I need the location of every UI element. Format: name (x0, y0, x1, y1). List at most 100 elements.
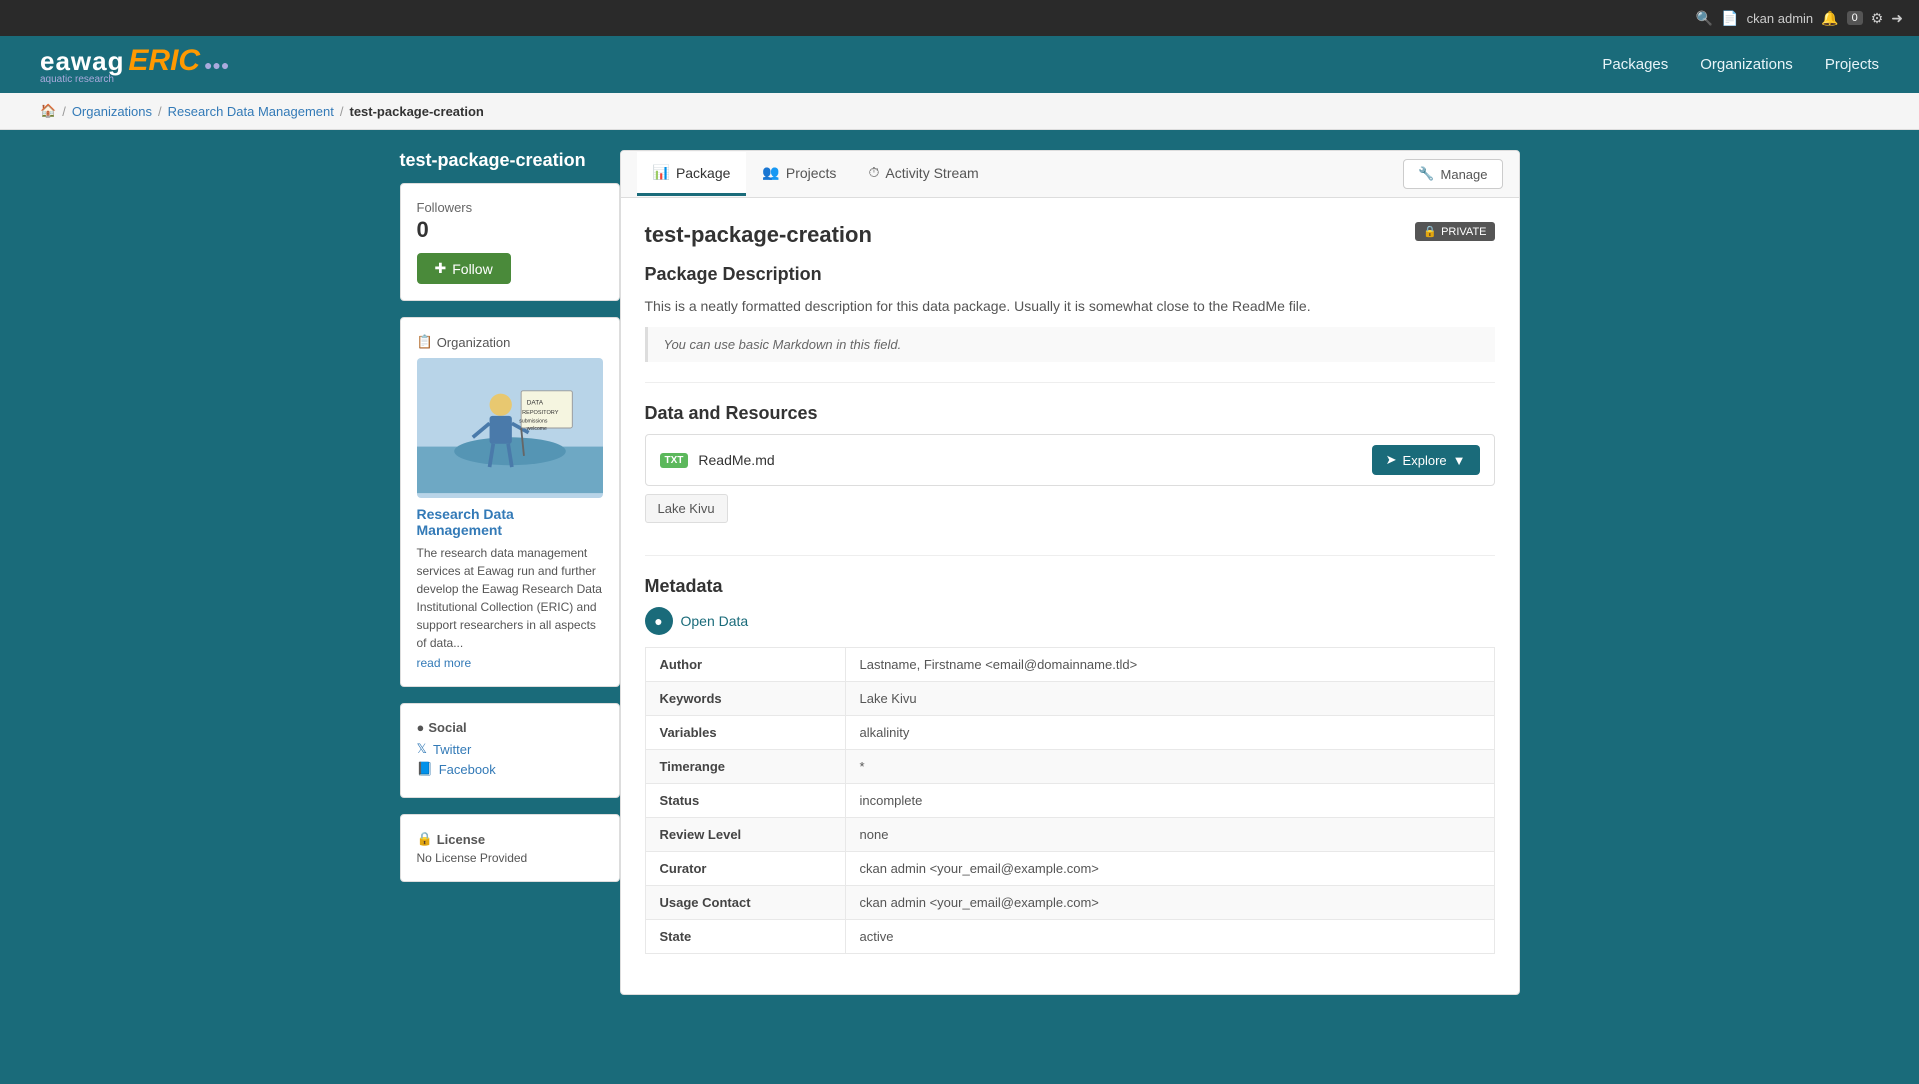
resource-name: ReadMe.md (698, 452, 774, 468)
activity-tab-icon: ⏱ (868, 164, 879, 181)
open-data-badge: ● Open Data (645, 607, 1495, 635)
org-image: DATA REPOSITORY submissions welcome (417, 358, 603, 498)
metadata-key: Variables (645, 716, 845, 750)
private-badge: 🔒 PRIVATE (1415, 222, 1494, 241)
svg-text:REPOSITORY: REPOSITORY (522, 410, 559, 416)
notification-count: 0 (1847, 11, 1863, 25)
table-row: Usage Contactckan admin <your_email@exam… (645, 886, 1494, 920)
breadcrumb-home[interactable]: 🏠 (40, 103, 56, 119)
metadata-value: ckan admin <your_email@example.com> (845, 886, 1494, 920)
table-row: Stateactive (645, 920, 1494, 954)
twitter-icon: 𝕏 (417, 741, 427, 757)
main-nav: Packages Organizations Projects (1602, 56, 1879, 73)
search-icon[interactable]: 🔍 (1696, 10, 1713, 27)
logout-icon[interactable]: ➜ (1891, 10, 1903, 27)
metadata-value: * (845, 750, 1494, 784)
followers-count: 0 (417, 217, 603, 243)
metadata-value: ckan admin <your_email@example.com> (845, 852, 1494, 886)
table-row: AuthorLastname, Firstname <email@domainn… (645, 648, 1494, 682)
metadata-key: Author (645, 648, 845, 682)
breadcrumb-sep-3: / (340, 104, 344, 119)
table-row: Timerange* (645, 750, 1494, 784)
logo-eric-text: ERIC (128, 44, 200, 77)
tab-package[interactable]: 📊 Package (637, 152, 747, 196)
main-container: test-package-creation Followers 0 ✚ Foll… (380, 150, 1540, 995)
logo-eawag-text: eawag (40, 46, 125, 76)
metadata-key: Keywords (645, 682, 845, 716)
user-icon[interactable]: 📄 (1721, 10, 1738, 27)
tab-activity-stream[interactable]: ⏱ Activity Stream (852, 152, 994, 196)
metadata-key: Review Level (645, 818, 845, 852)
content-area: 📊 Package 👥 Projects ⏱ Activity Stream 🔧… (620, 150, 1520, 995)
nav-projects[interactable]: Projects (1825, 56, 1879, 73)
header: eawag ERIC ●●● aquatic research Packages… (0, 36, 1919, 93)
org-icon: 📋 (417, 334, 433, 350)
package-content: test-package-creation 🔒 PRIVATE Package … (621, 198, 1519, 994)
sidebar-org-section: 📋 Organization DATA (400, 317, 620, 687)
resource-left: TXT ReadMe.md (660, 452, 775, 468)
org-name[interactable]: Research Data Management (417, 506, 603, 538)
package-tab-icon: 📊 (653, 164, 670, 181)
social-label-text: Social (428, 720, 466, 735)
table-row: KeywordsLake Kivu (645, 682, 1494, 716)
license-label-text: License (437, 832, 485, 847)
gear-icon[interactable]: ⚙ (1871, 10, 1884, 27)
sidebar-title: test-package-creation (400, 150, 620, 171)
tab-projects[interactable]: 👥 Projects (746, 152, 852, 196)
nav-organizations[interactable]: Organizations (1700, 56, 1793, 73)
resource-badge: TXT (660, 453, 689, 468)
tab-activity-label: Activity Stream (885, 165, 978, 181)
description-title: Package Description (645, 264, 1495, 285)
followers-label: Followers (417, 200, 603, 215)
manage-button[interactable]: 🔧 Manage (1403, 159, 1502, 189)
metadata-key: Status (645, 784, 845, 818)
twitter-label: Twitter (433, 742, 471, 757)
tab-package-label: Package (676, 165, 730, 181)
svg-text:DATA: DATA (526, 400, 543, 407)
resources-title: Data and Resources (645, 403, 1495, 424)
sidebar: test-package-creation Followers 0 ✚ Foll… (400, 150, 620, 995)
top-bar-icons: 🔍 📄 ckan admin 🔔 0 ⚙ ➜ (1696, 10, 1903, 27)
follow-label: Follow (452, 261, 492, 277)
table-row: Variablesalkalinity (645, 716, 1494, 750)
facebook-item[interactable]: 📘 Facebook (417, 761, 603, 777)
arrow-icon: ➤ (1386, 452, 1397, 468)
metadata-value: alkalinity (845, 716, 1494, 750)
divider-2 (645, 555, 1495, 556)
open-data-icon: ● (645, 607, 673, 635)
lock-badge-icon: 🔒 (1423, 225, 1437, 238)
explore-dropdown-icon: ▼ (1453, 453, 1466, 468)
explore-button[interactable]: ➤ Explore ▼ (1372, 445, 1480, 475)
follow-button[interactable]: ✚ Follow (417, 253, 511, 284)
tabs-left: 📊 Package 👥 Projects ⏱ Activity Stream (637, 152, 995, 196)
table-row: Statusincomplete (645, 784, 1494, 818)
resources-section: Data and Resources TXT ReadMe.md ➤ Explo… (645, 403, 1495, 531)
logo[interactable]: eawag ERIC ●●● aquatic research (40, 44, 229, 85)
tag-lake-kivu[interactable]: Lake Kivu (645, 494, 728, 523)
metadata-value: none (845, 818, 1494, 852)
username-label[interactable]: ckan admin (1747, 11, 1813, 26)
bell-icon[interactable]: 🔔 (1821, 10, 1838, 27)
read-more-link[interactable]: read more (417, 656, 603, 670)
twitter-item[interactable]: 𝕏 Twitter (417, 741, 603, 757)
lock-icon: 🔒 (417, 831, 433, 847)
metadata-key: Usage Contact (645, 886, 845, 920)
social-icon: ● (417, 720, 425, 735)
divider-1 (645, 382, 1495, 383)
metadata-value: Lake Kivu (845, 682, 1494, 716)
breadcrumb-organizations[interactable]: Organizations (72, 104, 152, 119)
sidebar-social-section: ● Social 𝕏 Twitter 📘 Facebook (400, 703, 620, 798)
tabs-bar: 📊 Package 👥 Projects ⏱ Activity Stream 🔧… (621, 151, 1519, 198)
facebook-label: Facebook (439, 762, 496, 777)
wrench-icon: 🔧 (1418, 166, 1434, 182)
breadcrumb-parent[interactable]: Research Data Management (168, 104, 334, 119)
sidebar-license-section: 🔒 License No License Provided (400, 814, 620, 882)
metadata-key: State (645, 920, 845, 954)
tab-projects-label: Projects (786, 165, 837, 181)
breadcrumb-current: test-package-creation (349, 104, 483, 119)
metadata-title: Metadata (645, 576, 1495, 597)
svg-text:submissions: submissions (519, 418, 548, 424)
breadcrumb: 🏠 / Organizations / Research Data Manage… (0, 93, 1919, 130)
org-label: 📋 Organization (417, 334, 603, 350)
nav-packages[interactable]: Packages (1602, 56, 1668, 73)
